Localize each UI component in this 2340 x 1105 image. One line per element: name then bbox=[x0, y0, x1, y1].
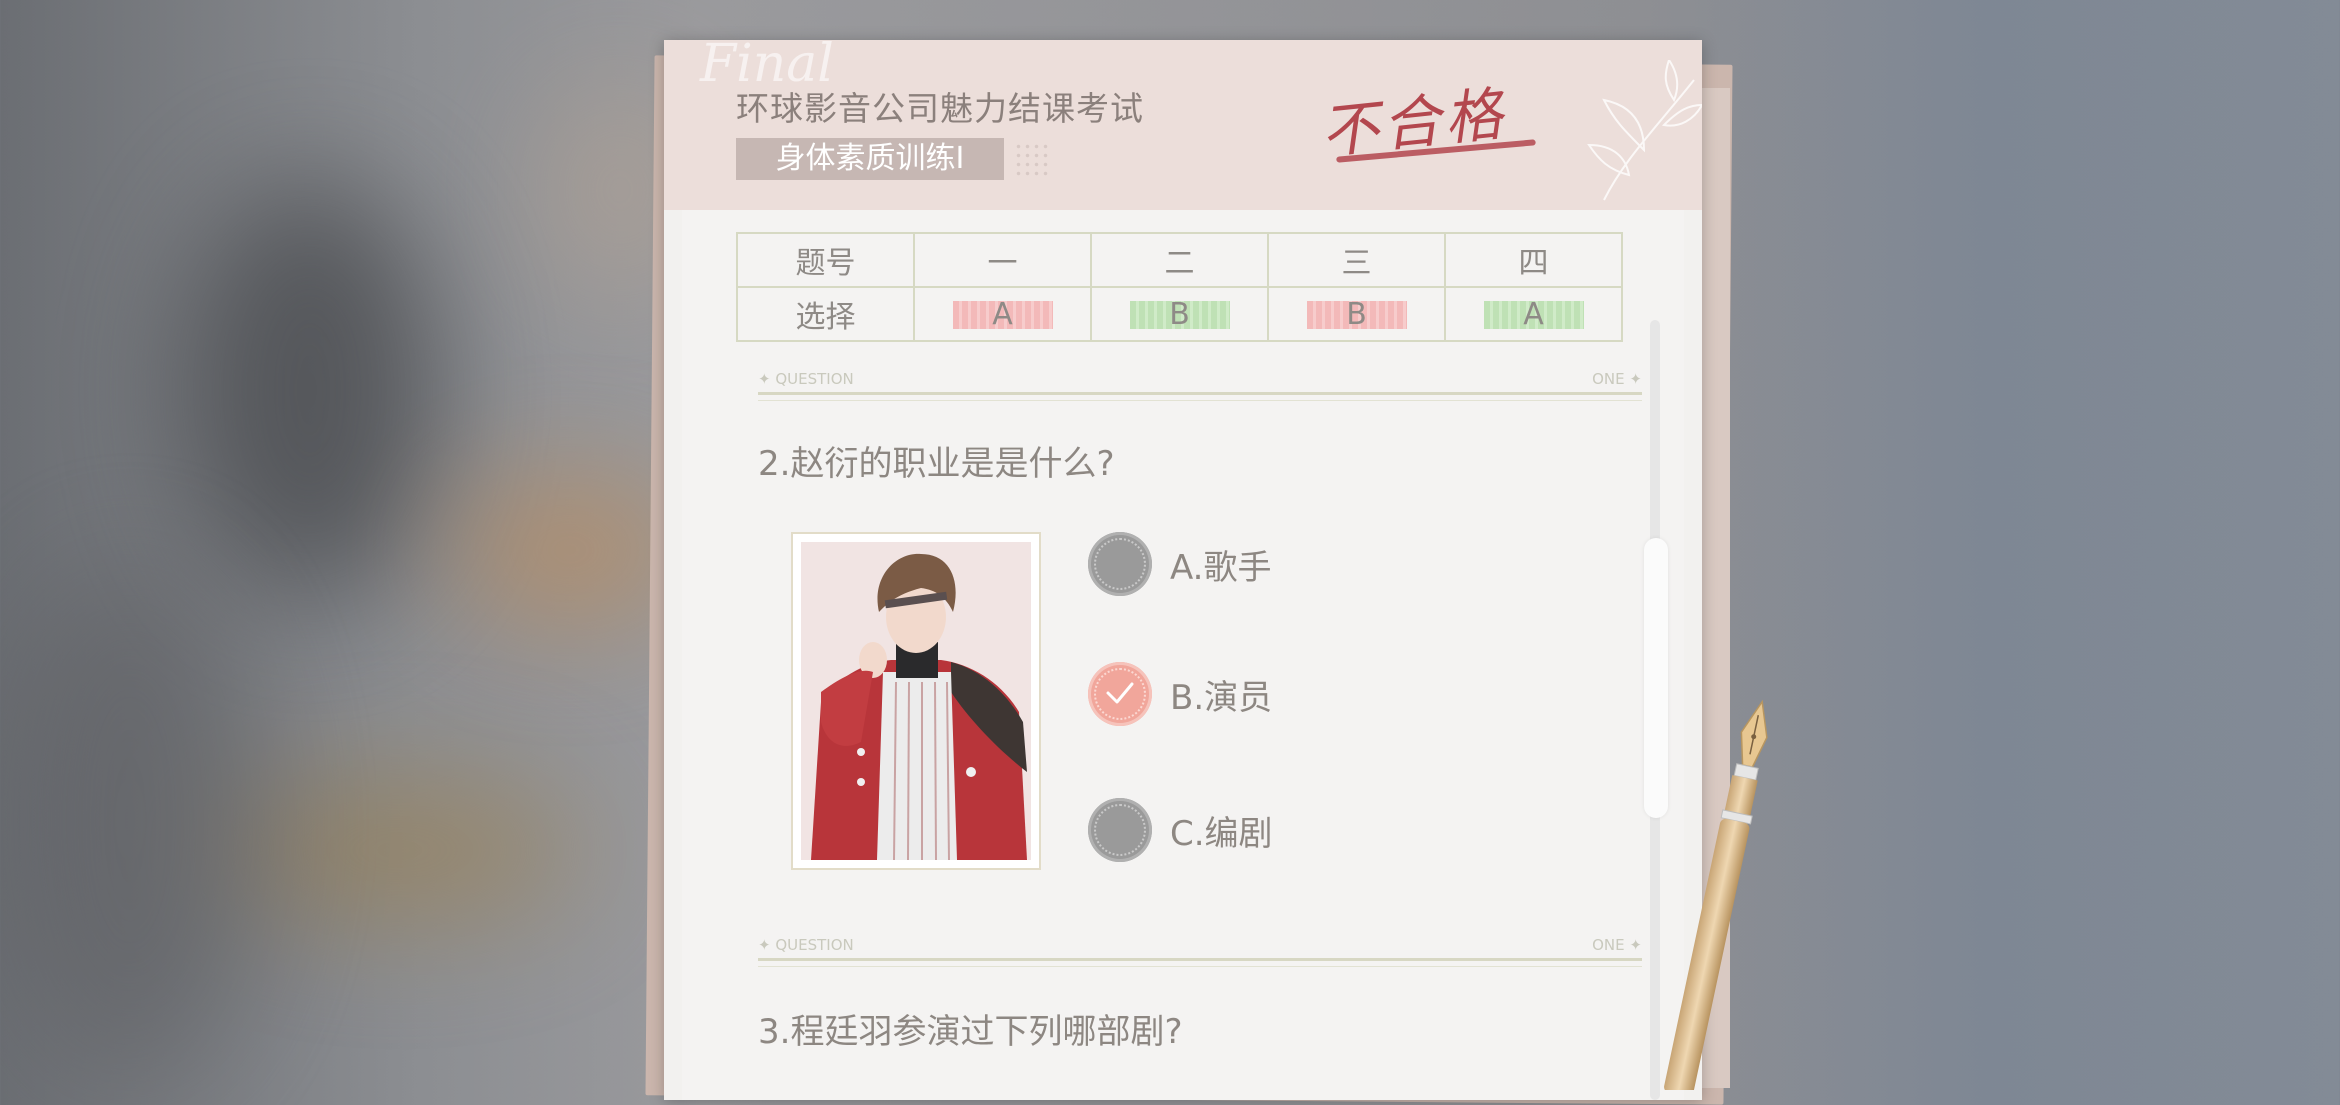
option-label: B.演员 bbox=[1170, 678, 1273, 718]
dots-decoration bbox=[1014, 142, 1048, 178]
table-header-cell[interactable]: 四 bbox=[1444, 232, 1623, 288]
answer-mark-correct: A bbox=[1483, 299, 1584, 329]
sparkle-icon: ✦ bbox=[758, 936, 771, 954]
question-section-header: ✦ QUESTION ONE ✦ bbox=[758, 936, 1642, 967]
answer-cell[interactable]: A bbox=[913, 286, 1092, 342]
table-header-cell[interactable]: 三 bbox=[1267, 232, 1446, 288]
answer-cell[interactable]: B bbox=[1267, 286, 1446, 342]
table-header-cell: 题号 bbox=[736, 232, 915, 288]
table-row: 题号 一 二 三 四 bbox=[736, 232, 1623, 288]
leaf-decoration-icon bbox=[1587, 60, 1702, 201]
exam-subtitle: 身体素质训练Ⅰ bbox=[736, 138, 1004, 180]
table-header-cell[interactable]: 一 bbox=[913, 232, 1092, 288]
sparkle-icon: ✦ bbox=[1629, 370, 1642, 388]
exam-title: 环球影音公司魅力结课考试 bbox=[736, 89, 1144, 128]
section-header-right: ONE bbox=[1592, 370, 1625, 388]
answer-mark-correct: B bbox=[1129, 299, 1230, 329]
section-header-left: QUESTION bbox=[775, 370, 854, 388]
sparkle-icon: ✦ bbox=[758, 370, 771, 388]
answer-cell[interactable]: A bbox=[1444, 286, 1623, 342]
option-label: A.歌手 bbox=[1170, 548, 1272, 588]
background-blur bbox=[180, 180, 440, 600]
section-header-left: QUESTION bbox=[775, 936, 854, 954]
section-header-right: ONE bbox=[1592, 936, 1625, 954]
question-section-header: ✦ QUESTION ONE ✦ bbox=[758, 370, 1642, 401]
answer-mark-wrong: B bbox=[1306, 299, 1407, 329]
character-portrait bbox=[791, 532, 1041, 870]
table-header-cell[interactable]: 二 bbox=[1090, 232, 1269, 288]
divider bbox=[758, 958, 1642, 967]
answer-summary-table: 题号 一 二 三 四 选择 A B B A bbox=[736, 232, 1623, 342]
option-label: C.编剧 bbox=[1170, 814, 1273, 854]
answer-mark-wrong: A bbox=[952, 299, 1053, 329]
radio-selected[interactable] bbox=[1088, 662, 1152, 726]
radio-unselected[interactable] bbox=[1088, 798, 1152, 862]
question-text: 2.赵衍的职业是是什么? bbox=[758, 444, 1115, 484]
divider bbox=[758, 392, 1642, 401]
exam-paper: Final 环球影音公司魅力结课考试 身体素质训练Ⅰ 不合格 题号 一 二 三 … bbox=[664, 40, 1702, 1100]
character-illustration bbox=[801, 542, 1031, 860]
table-row-label: 选择 bbox=[736, 286, 915, 342]
question-text: 3.程廷羽参演过下列哪部剧? bbox=[758, 1012, 1183, 1052]
sparkle-icon: ✦ bbox=[1629, 936, 1642, 954]
fountain-pen-icon bbox=[1664, 699, 1768, 1090]
checkmark-icon bbox=[1106, 682, 1134, 704]
radio-unselected[interactable] bbox=[1088, 532, 1152, 596]
background-blur bbox=[0, 560, 260, 1080]
exam-header: Final 环球影音公司魅力结课考试 身体素质训练Ⅰ 不合格 bbox=[664, 40, 1702, 210]
answer-cell[interactable]: B bbox=[1090, 286, 1269, 342]
table-row: 选择 A B B A bbox=[736, 286, 1623, 342]
background-blur bbox=[220, 780, 580, 920]
